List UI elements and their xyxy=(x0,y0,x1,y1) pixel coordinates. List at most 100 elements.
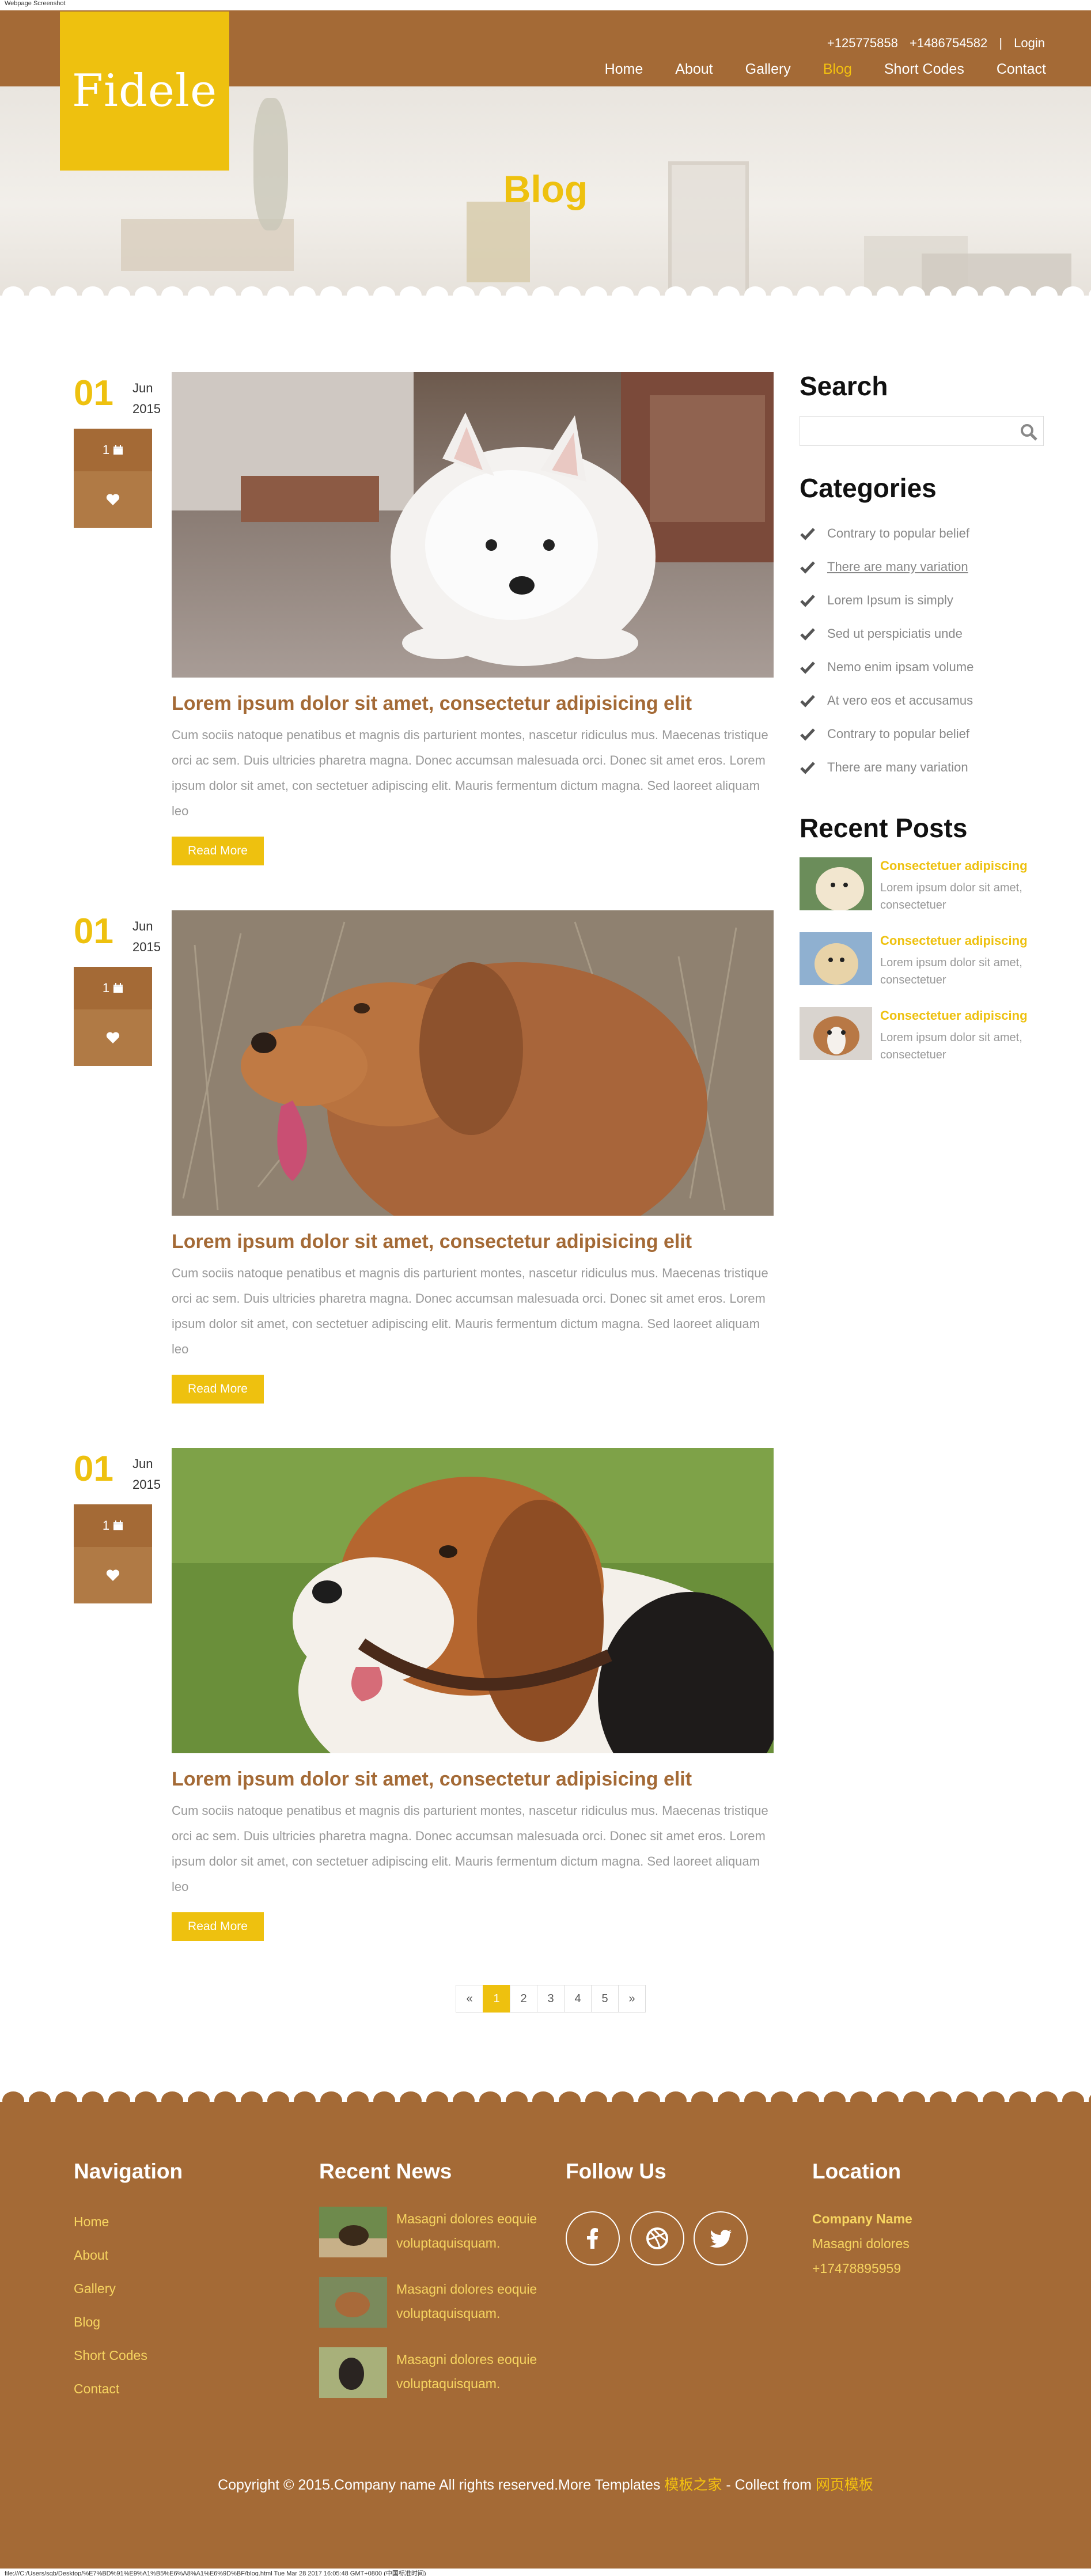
comment-count[interactable]: 1 xyxy=(74,967,152,1009)
footer-location-heading: Location xyxy=(812,2159,901,2183)
footer-link-home[interactable]: Home xyxy=(74,2214,109,2230)
category-item[interactable]: There are many variation xyxy=(800,759,968,776)
recent-post-title[interactable]: Consectetuer adipiscing xyxy=(880,858,1028,873)
site-logo[interactable]: Fidele xyxy=(60,12,229,171)
source-link[interactable]: 网页模板 xyxy=(816,2477,873,2493)
post-title[interactable]: Lorem ipsum dolor sit amet, consectetur … xyxy=(172,1231,692,1253)
page-3[interactable]: 3 xyxy=(537,1985,565,2013)
news-thumb[interactable] xyxy=(319,2207,387,2257)
post-month-year: Jun 2015 xyxy=(132,378,161,419)
nav-short-codes[interactable]: Short Codes xyxy=(884,61,964,78)
footer-link-about[interactable]: About xyxy=(74,2248,108,2263)
category-item[interactable]: Contrary to popular belief xyxy=(800,525,969,542)
page: { "tab_title": "Webpage Screenshot", "br… xyxy=(0,0,1091,2576)
category-item[interactable]: There are many variation xyxy=(800,559,968,575)
like-button[interactable] xyxy=(74,1009,152,1066)
copyright-text: Copyright © 2015.Company name All rights… xyxy=(218,2477,661,2493)
footer-link-gallery[interactable]: Gallery xyxy=(74,2281,116,2297)
news-text[interactable]: Masagni dolores eoquie voluptaquisquam. xyxy=(396,2277,552,2325)
categories-heading: Categories xyxy=(800,473,937,503)
search-input[interactable] xyxy=(800,417,1007,445)
news-thumb[interactable] xyxy=(319,2277,387,2328)
search-icon[interactable] xyxy=(1020,423,1037,441)
recent-post-excerpt: Lorem ipsum dolor sit amet, consectetuer xyxy=(880,882,1022,911)
post-image-golden-retriever[interactable] xyxy=(172,910,774,1216)
footer-link-short-codes[interactable]: Short Codes xyxy=(74,2348,147,2363)
read-more-button[interactable]: Read More xyxy=(172,1912,264,1941)
page-5[interactable]: 5 xyxy=(591,1985,619,2013)
post-title[interactable]: Lorem ipsum dolor sit amet, consectetur … xyxy=(172,1768,692,1791)
post-title[interactable]: Lorem ipsum dolor sit amet, consectetur … xyxy=(172,693,692,715)
read-more-button[interactable]: Read More xyxy=(172,837,264,865)
like-button[interactable] xyxy=(74,471,152,528)
templates-link[interactable]: 模板之家 xyxy=(664,2477,722,2493)
nav-blog[interactable]: Blog xyxy=(823,61,852,78)
category-item[interactable]: Contrary to popular belief xyxy=(800,726,969,742)
nav-home[interactable]: Home xyxy=(605,61,643,78)
recent-post[interactable]: Consectetuer adipiscing Lorem ipsum dolo… xyxy=(800,1007,1047,1065)
footer-link-blog[interactable]: Blog xyxy=(74,2314,100,2330)
news-text[interactable]: Masagni dolores eoquie voluptaquisquam. xyxy=(396,2347,552,2396)
page-1[interactable]: 1 xyxy=(483,1985,510,2013)
post-image-beagle[interactable] xyxy=(172,1448,774,1753)
recent-post[interactable]: Consectetuer adipiscing Lorem ipsum dolo… xyxy=(800,932,1047,990)
nav-gallery[interactable]: Gallery xyxy=(745,61,791,78)
recent-post-title[interactable]: Consectetuer adipiscing xyxy=(880,933,1028,948)
twitter-button[interactable] xyxy=(694,2211,748,2265)
comment-number: 1 xyxy=(102,981,110,995)
post-image-samoyed[interactable] xyxy=(172,372,774,678)
category-label: Nemo enim ipsam volume xyxy=(827,660,974,674)
footer-news-heading: Recent News xyxy=(319,2159,452,2183)
category-item[interactable]: Sed ut perspiciatis unde xyxy=(800,626,963,642)
post-excerpt: Cum sociis natoque penatibus et magnis d… xyxy=(172,1803,768,1894)
recent-post-title[interactable]: Consectetuer adipiscing xyxy=(880,1008,1028,1023)
dribbble-icon xyxy=(646,2227,668,2249)
phone-2: +1486754582 xyxy=(909,36,988,50)
recent-post[interactable]: Consectetuer adipiscing Lorem ipsum dolo… xyxy=(800,857,1047,915)
login-link[interactable]: Login xyxy=(1014,36,1045,50)
facebook-button[interactable] xyxy=(566,2211,620,2265)
logo-text: Fidele xyxy=(71,65,218,117)
news-item[interactable]: Masagni dolores eoquie voluptaquisquam. xyxy=(319,2207,550,2264)
recent-post-thumb[interactable] xyxy=(800,857,872,910)
comment-count[interactable]: 1 xyxy=(74,1504,152,1547)
comment-number: 1 xyxy=(102,442,110,457)
nav-contact[interactable]: Contact xyxy=(997,61,1046,78)
category-item[interactable]: Nemo enim ipsam volume xyxy=(800,659,973,675)
heart-icon xyxy=(106,1032,120,1043)
news-item[interactable]: Masagni dolores eoquie voluptaquisquam. xyxy=(319,2347,550,2405)
recent-post-thumb[interactable] xyxy=(800,932,872,985)
page-prev[interactable]: « xyxy=(456,1985,483,2013)
read-more-button[interactable]: Read More xyxy=(172,1375,264,1404)
file-path-status: file:///C:/Users/sqb/Desktop/%E7%BD%91%E… xyxy=(0,2569,1091,2576)
post-excerpt: Cum sociis natoque penatibus et magnis d… xyxy=(172,1266,768,1356)
company-name: Company Name xyxy=(812,2211,912,2226)
category-label: At vero eos et accusamus xyxy=(827,693,973,708)
search-heading: Search xyxy=(800,371,888,401)
category-item[interactable]: Lorem Ipsum is simply xyxy=(800,592,953,608)
check-icon xyxy=(800,728,815,741)
hero-title: Blog xyxy=(503,168,588,210)
like-button[interactable] xyxy=(74,1547,152,1603)
check-icon xyxy=(800,595,815,607)
post-day: 01 xyxy=(74,911,113,951)
recent-post-thumb[interactable] xyxy=(800,1007,872,1060)
footer-link-contact[interactable]: Contact xyxy=(74,2381,119,2397)
category-item[interactable]: At vero eos et accusamus xyxy=(800,693,973,709)
news-thumb[interactable] xyxy=(319,2347,387,2398)
comment-count[interactable]: 1 xyxy=(74,429,152,471)
check-icon xyxy=(800,628,815,641)
dribbble-button[interactable] xyxy=(630,2211,684,2265)
check-icon xyxy=(800,561,815,574)
category-label: Lorem Ipsum is simply xyxy=(827,593,953,607)
news-text[interactable]: Masagni dolores eoquie voluptaquisquam. xyxy=(396,2207,552,2255)
nav-about[interactable]: About xyxy=(675,61,713,78)
pagination: « 1 2 3 4 5 » xyxy=(456,1985,646,2013)
page-2[interactable]: 2 xyxy=(510,1985,537,2013)
page-4[interactable]: 4 xyxy=(564,1985,592,2013)
page-next[interactable]: » xyxy=(618,1985,646,2013)
post-month: Jun xyxy=(132,381,153,395)
twitter-icon xyxy=(710,2230,732,2248)
recent-post-excerpt: Lorem ipsum dolor sit amet, consectetuer xyxy=(880,1031,1022,1061)
news-item[interactable]: Masagni dolores eoquie voluptaquisquam. xyxy=(319,2277,550,2335)
